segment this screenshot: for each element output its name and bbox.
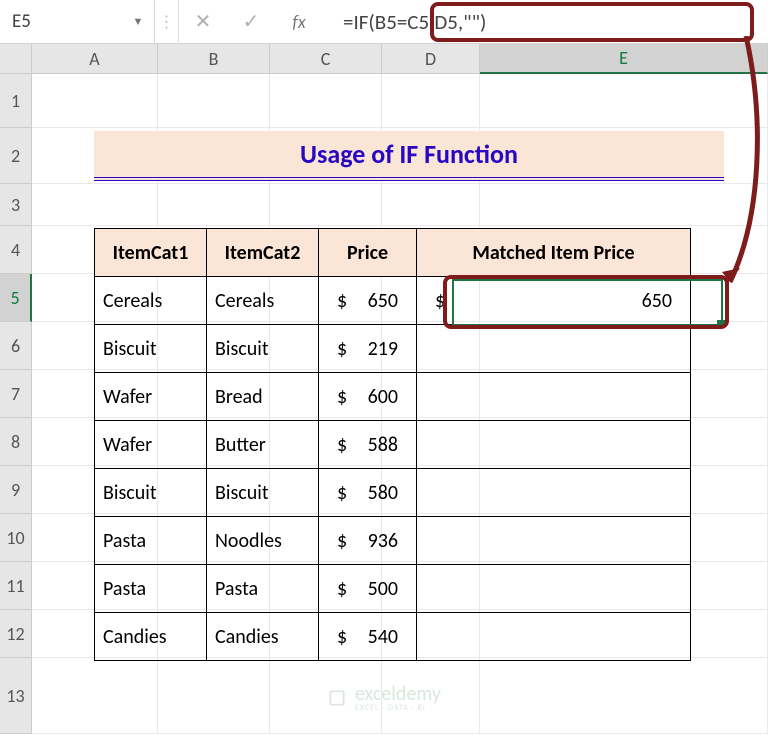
row-header-7[interactable]: 7: [0, 370, 32, 418]
x-icon: ✕: [195, 9, 212, 34]
cell-itemcat2[interactable]: Biscuit: [207, 325, 319, 373]
row-header-6[interactable]: 6: [0, 322, 32, 370]
data-table: ItemCat1 ItemCat2 Price Matched Item Pri…: [94, 228, 691, 661]
watermark-icon: [327, 688, 347, 708]
table-row: BiscuitBiscuit$219: [95, 325, 691, 373]
sheet-title: Usage of IF Function: [94, 131, 724, 181]
row-header-1[interactable]: 1: [0, 74, 32, 128]
row-header-4[interactable]: 4: [0, 226, 32, 274]
name-box[interactable]: E5 ▼: [0, 0, 155, 44]
watermark-brand: exceldemy: [355, 684, 441, 704]
cell-itemcat1[interactable]: Wafer: [95, 373, 207, 421]
formula-bar: E5 ▼ ⋮ ✕ ✓ fx =IF(B5=C5,D5,""): [0, 0, 768, 44]
cell-matched-price[interactable]: [417, 613, 691, 661]
cell-itemcat1[interactable]: Biscuit: [95, 325, 207, 373]
cell-price[interactable]: $588: [319, 421, 417, 469]
table-row: PastaPasta$500: [95, 565, 691, 613]
row-headers: 12345678910111213: [0, 74, 32, 734]
table-header-row: ItemCat1 ItemCat2 Price Matched Item Pri…: [95, 229, 691, 277]
column-headers: ABCDE: [32, 44, 768, 74]
formula-text: =IF(B5=C5,D5,""): [343, 9, 486, 35]
title-text: Usage of IF Function: [300, 138, 518, 170]
row-header-9[interactable]: 9: [0, 466, 32, 514]
cell-itemcat1[interactable]: Biscuit: [95, 469, 207, 517]
cell-itemcat2[interactable]: Biscuit: [207, 469, 319, 517]
table-row: CerealsCereals$650$650: [95, 277, 691, 325]
table-row: WaferButter$588: [95, 421, 691, 469]
cell-itemcat1[interactable]: Wafer: [95, 421, 207, 469]
header-itemcat1[interactable]: ItemCat1: [95, 229, 207, 277]
cell-price[interactable]: $219: [319, 325, 417, 373]
cell-itemcat1[interactable]: Candies: [95, 613, 207, 661]
cell-itemcat2[interactable]: Candies: [207, 613, 319, 661]
cell-itemcat2[interactable]: Bread: [207, 373, 319, 421]
column-header-b[interactable]: B: [158, 44, 270, 74]
row-header-5[interactable]: 5: [0, 274, 32, 322]
cell-price[interactable]: $600: [319, 373, 417, 421]
accept-formula-button[interactable]: ✓: [227, 0, 275, 44]
cell-itemcat1[interactable]: Cereals: [95, 277, 207, 325]
cell-price[interactable]: $540: [319, 613, 417, 661]
row-header-13[interactable]: 13: [0, 658, 32, 734]
cell-matched-price[interactable]: [417, 373, 691, 421]
row-header-12[interactable]: 12: [0, 610, 32, 658]
column-header-d[interactable]: D: [382, 44, 480, 74]
cell-matched-price[interactable]: [417, 469, 691, 517]
check-icon: ✓: [243, 9, 260, 34]
watermark: exceldemy EXCEL · DATA · BI: [327, 684, 441, 712]
cell-price[interactable]: $936: [319, 517, 417, 565]
column-header-a[interactable]: A: [32, 44, 158, 74]
table-row: WaferBread$600: [95, 373, 691, 421]
formula-input[interactable]: =IF(B5=C5,D5,""): [323, 0, 768, 44]
column-header-c[interactable]: C: [270, 44, 382, 74]
cell-itemcat2[interactable]: Cereals: [207, 277, 319, 325]
cell-matched-price[interactable]: [417, 517, 691, 565]
cell-matched-price[interactable]: [417, 565, 691, 613]
row-header-11[interactable]: 11: [0, 562, 32, 610]
row-header-10[interactable]: 10: [0, 514, 32, 562]
row-header-3[interactable]: 3: [0, 184, 32, 226]
name-box-value: E5: [12, 10, 31, 33]
column-header-e[interactable]: E: [480, 44, 768, 74]
cancel-formula-button[interactable]: ✕: [179, 0, 227, 44]
table-row: PastaNoodles$936: [95, 517, 691, 565]
cell-itemcat1[interactable]: Pasta: [95, 517, 207, 565]
cell-itemcat2[interactable]: Butter: [207, 421, 319, 469]
cell-matched-price[interactable]: [417, 421, 691, 469]
cell-itemcat1[interactable]: Pasta: [95, 565, 207, 613]
row-header-2[interactable]: 2: [0, 128, 32, 184]
select-all-corner[interactable]: [0, 44, 32, 74]
fx-label[interactable]: fx: [275, 11, 323, 33]
cell-matched-price[interactable]: $650: [417, 277, 691, 325]
name-box-dropdown-icon[interactable]: ▼: [130, 13, 146, 31]
header-price[interactable]: Price: [319, 229, 417, 277]
table-row: CandiesCandies$540: [95, 613, 691, 661]
formula-bar-divider: ⋮: [155, 0, 179, 44]
cell-itemcat2[interactable]: Noodles: [207, 517, 319, 565]
table-row: BiscuitBiscuit$580: [95, 469, 691, 517]
cell-price[interactable]: $500: [319, 565, 417, 613]
cell-itemcat2[interactable]: Pasta: [207, 565, 319, 613]
watermark-tagline: EXCEL · DATA · BI: [355, 704, 441, 712]
cell-price[interactable]: $580: [319, 469, 417, 517]
cell-price[interactable]: $650: [319, 277, 417, 325]
header-itemcat2[interactable]: ItemCat2: [207, 229, 319, 277]
row-header-8[interactable]: 8: [0, 418, 32, 466]
cell-matched-price[interactable]: [417, 325, 691, 373]
header-matched-price[interactable]: Matched Item Price: [417, 229, 691, 277]
